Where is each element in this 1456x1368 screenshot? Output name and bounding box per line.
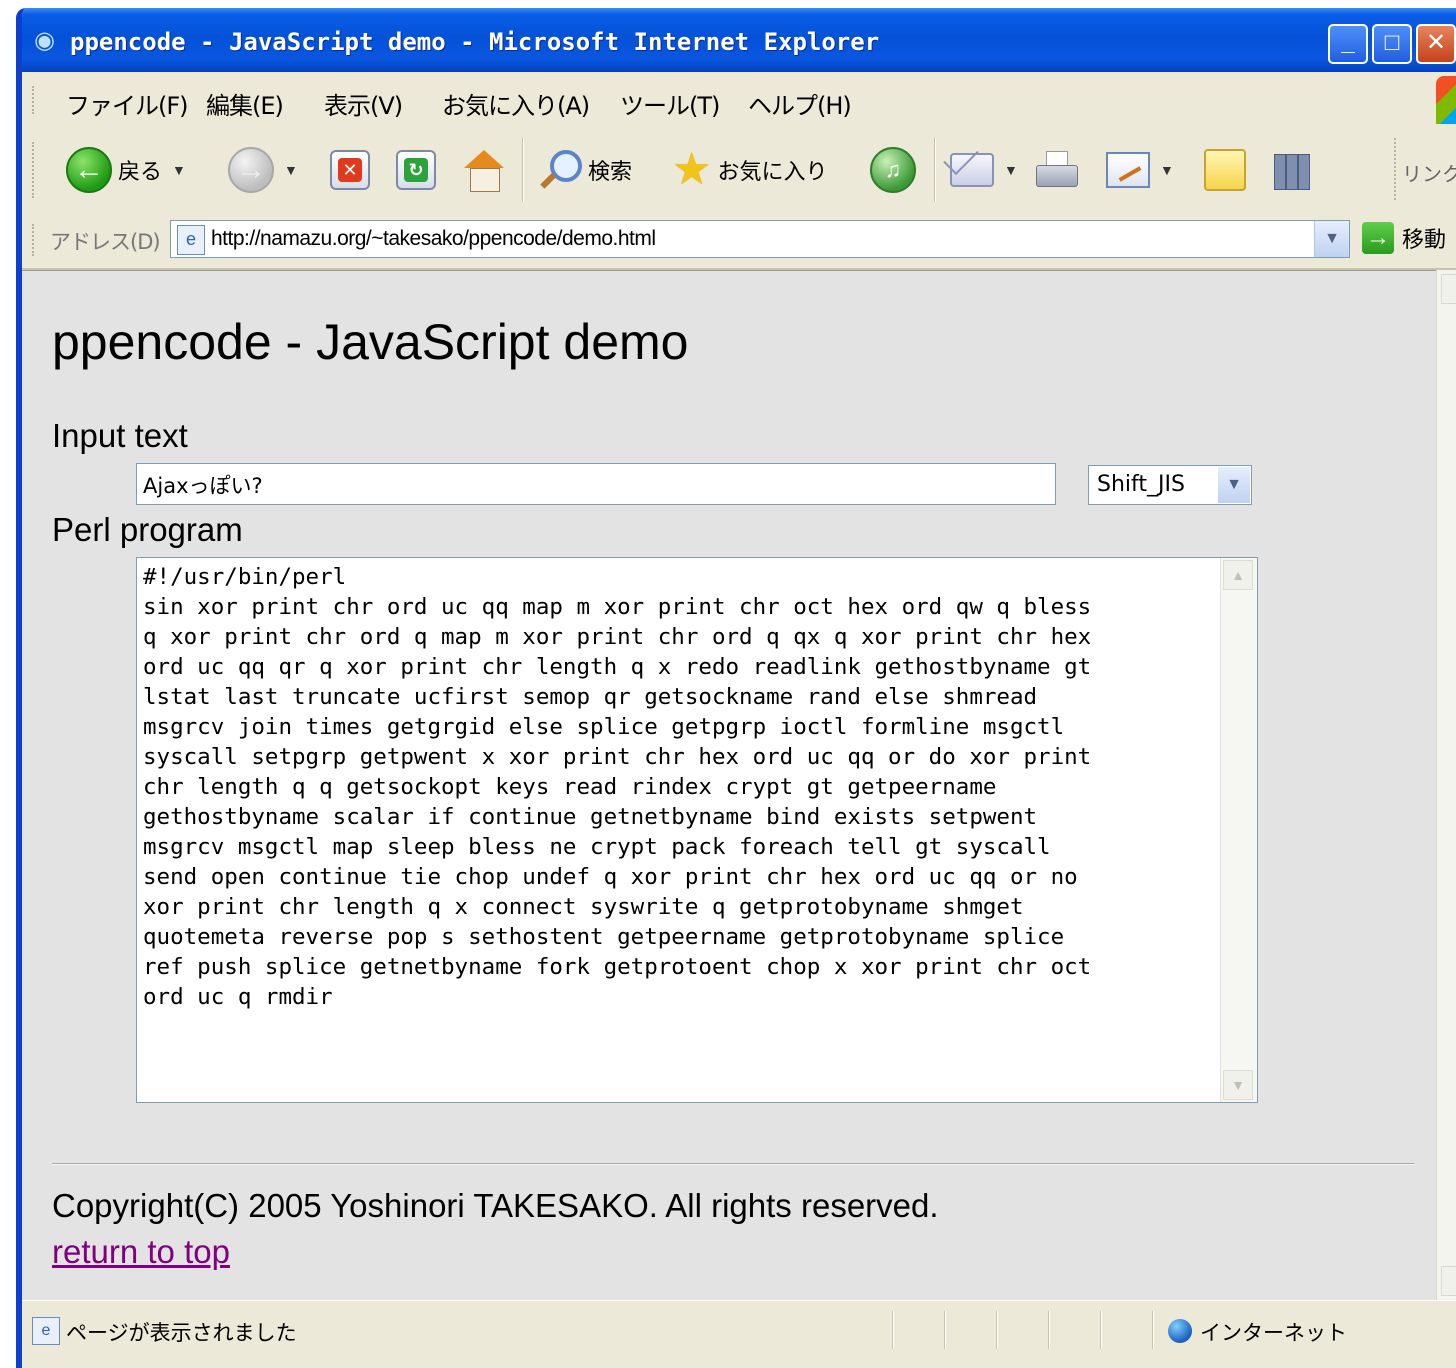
links-grip — [1394, 138, 1396, 200]
search-label: 検索 — [588, 160, 633, 185]
maximize-button[interactable]: □ — [1372, 24, 1412, 64]
search-button[interactable]: 検索 — [538, 146, 632, 194]
menu-favorites[interactable]: お気に入り(A) — [442, 86, 590, 121]
copyright-text: Copyright(C) 2005 Yoshinori TAKESAKO. Al… — [52, 1187, 939, 1224]
address-bar: アドレス(D) e http://namazu.org/~takesako/pp… — [22, 212, 1456, 270]
print-button[interactable] — [1034, 146, 1078, 194]
textarea-scrollbar[interactable]: ▲ ▼ — [1220, 558, 1257, 1102]
page-scrollbar[interactable] — [1436, 270, 1456, 1300]
favorites-button[interactable]: ★ お気に入り — [672, 146, 827, 194]
status-pane — [1048, 1311, 1050, 1349]
status-pane — [996, 1311, 998, 1349]
address-input[interactable]: e http://namazu.org/~takesako/ppencode/d… — [170, 220, 1350, 258]
links-label[interactable]: リンク — [1402, 158, 1456, 187]
menu-file[interactable]: ファイル(F) — [66, 86, 189, 121]
mail-button[interactable]: ▼ — [950, 146, 1018, 194]
address-label: アドレス(D) — [50, 230, 161, 254]
standard-toolbar: ← 戻る ▼ → ▼ ✕ ↻ 検索 ★ お気に入り ♫ ▼ ▼ リンク — [22, 128, 1456, 213]
menu-help[interactable]: ヘルプ(H) — [748, 86, 852, 121]
status-text: ページが表示されました — [66, 1321, 297, 1345]
refresh-button[interactable]: ↻ — [396, 146, 436, 194]
page-scroll-up-icon[interactable] — [1441, 274, 1456, 304]
chevron-down-icon[interactable]: ▼ — [1218, 467, 1250, 503]
go-button[interactable]: → 移動 — [1362, 222, 1446, 254]
input-heading: Input text — [52, 417, 188, 454]
back-label: 戻る — [118, 160, 163, 185]
status-bar: e ページが表示されました インターネット — [22, 1300, 1456, 1368]
toolbar-separator — [522, 138, 524, 202]
go-label: 移動 — [1402, 228, 1447, 253]
windows-logo-icon — [1436, 76, 1456, 124]
menu-grip — [32, 86, 37, 114]
page-content: ppencode - JavaScript demo Input text Aj… — [22, 270, 1436, 1301]
return-to-top-link[interactable]: return to top — [52, 1233, 230, 1271]
media-button[interactable]: ♫ — [870, 146, 916, 194]
scroll-up-icon[interactable]: ▲ — [1223, 560, 1253, 590]
media-icon: ♫ — [870, 147, 916, 193]
menu-edit[interactable]: 編集(E) — [206, 86, 284, 121]
forward-button[interactable]: → ▼ — [228, 146, 298, 194]
discuss-button[interactable] — [1204, 146, 1246, 194]
mail-dropdown-icon[interactable]: ▼ — [1004, 162, 1018, 178]
research-icon — [1270, 150, 1310, 190]
menu-tools[interactable]: ツール(T) — [620, 86, 720, 121]
menu-view[interactable]: 表示(V) — [324, 86, 403, 121]
research-button[interactable] — [1270, 146, 1310, 194]
security-zone: インターネット — [1200, 1321, 1347, 1345]
toolbar-separator — [934, 138, 936, 202]
stop-button[interactable]: ✕ — [330, 146, 370, 194]
page-title: ppencode - JavaScript demo — [52, 314, 689, 370]
favorites-star-icon: ★ — [672, 145, 712, 194]
edit-button[interactable]: ▼ — [1106, 146, 1174, 194]
address-url[interactable]: http://namazu.org/~takesako/ppencode/dem… — [211, 227, 656, 251]
browser-window: ◉ ppencode - JavaScript demo - Microsoft… — [16, 8, 1456, 1368]
input-text-field[interactable]: Ajaxっぽい? — [136, 463, 1056, 505]
status-pane — [892, 1311, 894, 1349]
home-icon — [462, 148, 506, 192]
stop-icon: ✕ — [330, 150, 370, 190]
perl-program-textarea[interactable]: #!/usr/bin/perl sin xor print chr ord uc… — [136, 557, 1258, 1103]
encoding-select[interactable]: Shift_JIS ▼ — [1088, 465, 1252, 505]
ie-page-icon: ◉ — [34, 27, 55, 54]
address-dropdown-icon[interactable]: ▼ — [1314, 221, 1349, 257]
close-button[interactable]: ✕ — [1416, 24, 1456, 64]
perl-code[interactable]: #!/usr/bin/perl sin xor print chr ord uc… — [143, 562, 1213, 1012]
refresh-icon: ↻ — [396, 150, 436, 190]
status-pane — [1100, 1311, 1102, 1349]
page-scroll-down-icon[interactable] — [1441, 1266, 1456, 1296]
perl-heading: Perl program — [52, 511, 243, 548]
edit-icon — [1106, 152, 1150, 188]
forward-arrow-icon: → — [228, 147, 274, 193]
menu-bar: ファイル(F) 編集(E) 表示(V) お気に入り(A) ツール(T) ヘルプ(… — [22, 72, 1456, 129]
scroll-down-icon[interactable]: ▼ — [1223, 1070, 1253, 1100]
page-status-icon: e — [32, 1317, 60, 1345]
note-icon — [1204, 149, 1246, 191]
minimize-button[interactable]: _ — [1328, 24, 1368, 64]
status-pane — [1152, 1311, 1154, 1349]
page-icon: e — [177, 225, 205, 255]
edit-dropdown-icon[interactable]: ▼ — [1160, 162, 1174, 178]
window-title: ppencode - JavaScript demo - Microsoft I… — [70, 28, 880, 56]
globe-icon — [1168, 1319, 1192, 1343]
favorites-label: お気に入り — [717, 160, 828, 185]
home-button[interactable] — [462, 146, 506, 194]
go-arrow-icon: → — [1362, 222, 1394, 254]
back-dropdown-icon[interactable]: ▼ — [172, 162, 186, 178]
status-pane — [944, 1311, 946, 1349]
printer-icon — [1034, 151, 1078, 189]
back-arrow-icon: ← — [66, 147, 112, 193]
divider — [52, 1163, 1414, 1165]
forward-dropdown-icon[interactable]: ▼ — [284, 162, 298, 178]
mail-icon — [950, 153, 994, 187]
title-bar: ◉ ppencode - JavaScript demo - Microsoft… — [22, 8, 1456, 72]
toolbar-grip — [32, 142, 34, 198]
address-grip — [32, 224, 34, 256]
search-icon — [538, 148, 582, 192]
encoding-selected-value: Shift_JIS — [1097, 472, 1185, 497]
back-button[interactable]: ← 戻る ▼ — [66, 146, 186, 194]
